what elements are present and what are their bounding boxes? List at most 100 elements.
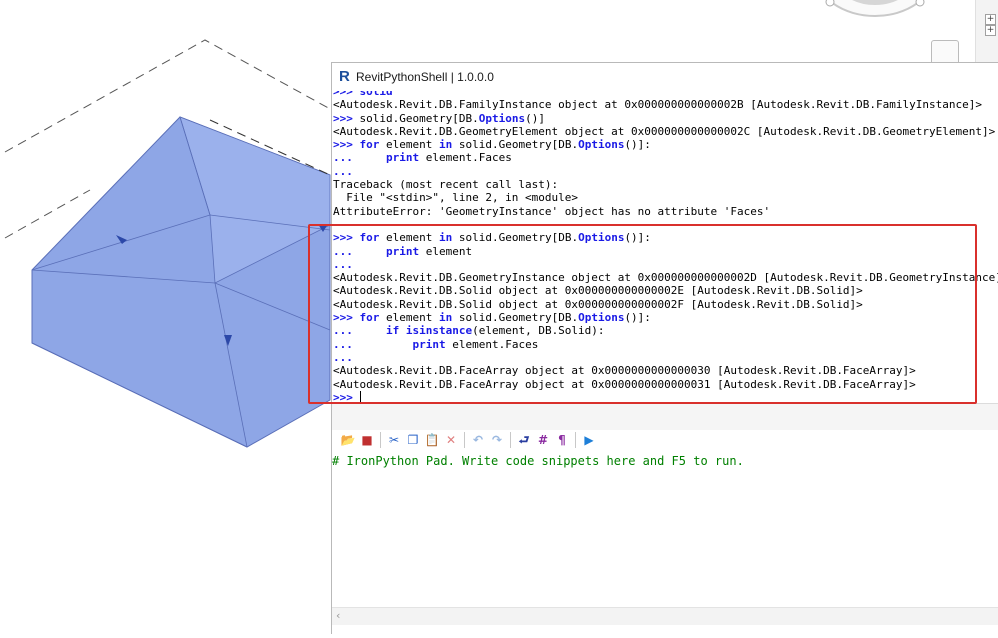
- toolbar-separator: [464, 432, 465, 448]
- text-token: ()]:: [624, 231, 651, 245]
- prompt-token: ...: [333, 244, 386, 258]
- prompt-token: >>>: [333, 111, 360, 125]
- navigation-wheel-icon[interactable]: [810, 0, 940, 20]
- prompt-token: >>>: [333, 311, 360, 325]
- text-token: solid.Geometry[DB.: [452, 231, 579, 245]
- prompt-token: >>> solid: [333, 91, 393, 98]
- save-icon[interactable]: ■: [359, 432, 375, 448]
- prompt-token: ...: [333, 257, 353, 271]
- console-line: <Autodesk.Revit.DB.GeometryInstance obje…: [332, 271, 998, 284]
- prompt-token: >>>: [333, 231, 360, 245]
- console-line: <Autodesk.Revit.DB.Solid object at 0x000…: [332, 298, 998, 311]
- console-line: Traceback (most recent call last):: [332, 178, 998, 191]
- console-line: ... print element: [332, 245, 998, 258]
- keyword-token: print: [385, 244, 420, 258]
- toolbar-separator: [575, 432, 576, 448]
- text-token: <Autodesk.Revit.DB.Solid object at 0x000…: [333, 297, 863, 311]
- open-icon[interactable]: 📂: [340, 432, 356, 448]
- keyword-token: Options: [578, 138, 625, 152]
- keyword-token: isinstance: [405, 324, 473, 338]
- interactive-console[interactable]: >>> solid <Autodesk.Revit.DB.FamilyInstan…: [332, 91, 998, 403]
- console-line: >>> solid: [332, 91, 998, 98]
- text-token: (element, DB.Solid):: [472, 324, 605, 338]
- text-token: File "<stdin>", line 2, in <module>: [333, 191, 579, 205]
- text-token: solid.Geometry[DB.: [359, 111, 479, 125]
- console-line: <Autodesk.Revit.DB.GeometryElement objec…: [332, 125, 998, 138]
- prompt-token: >>>: [333, 390, 360, 403]
- keyword-token: for: [359, 311, 380, 325]
- pad-horizontal-scrollbar[interactable]: ‹: [332, 607, 998, 625]
- console-line: ... print element.Faces: [332, 338, 998, 351]
- revitpythonshell-window: R RevitPythonShell | 1.0.0.0 >>> solid <A…: [331, 62, 998, 634]
- console-line: ...: [332, 351, 998, 364]
- console-line: ... if isinstance(element, DB.Solid):: [332, 324, 998, 337]
- scroll-left-icon[interactable]: ‹: [336, 610, 340, 622]
- console-line: File "<stdin>", line 2, in <module>: [332, 191, 998, 204]
- text-token: <Autodesk.Revit.DB.FamilyInstance object…: [333, 98, 983, 112]
- tree-expand-icon[interactable]: +: [985, 14, 996, 25]
- console-line: AttributeError: 'GeometryInstance' objec…: [332, 205, 998, 218]
- show-whitespace-icon[interactable]: ¶: [554, 432, 570, 448]
- text-token: Traceback (most recent call last):: [333, 178, 559, 192]
- text-token: AttributeError: 'GeometryInstance' objec…: [333, 204, 771, 218]
- window-titlebar[interactable]: R RevitPythonShell | 1.0.0.0: [332, 63, 998, 91]
- keyword-token: for: [359, 138, 380, 152]
- prompt-token: ...: [333, 337, 413, 351]
- text-token: element: [419, 244, 473, 258]
- text-token: solid.Geometry[DB.: [452, 138, 579, 152]
- console-line: >>> for element in solid.Geometry[DB.Opt…: [332, 231, 998, 244]
- text-token: <Autodesk.Revit.DB.FaceArray object at 0…: [333, 377, 916, 391]
- prompt-token: >>>: [333, 138, 360, 152]
- console-line: <Autodesk.Revit.DB.FaceArray object at 0…: [332, 364, 998, 377]
- text-token: <Autodesk.Revit.DB.Solid object at 0x000…: [333, 284, 863, 298]
- tree-expand-icon[interactable]: +: [985, 25, 996, 36]
- keyword-token: Options: [578, 311, 625, 325]
- undo-icon[interactable]: ↶: [470, 432, 486, 448]
- keyword-token: in: [438, 231, 453, 245]
- console-line: >>> for element in solid.Geometry[DB.Opt…: [332, 138, 998, 151]
- keyword-token: in: [438, 311, 453, 325]
- text-token: solid.Geometry[DB.: [452, 311, 579, 325]
- toolbar-separator: [380, 432, 381, 448]
- console-line: ...: [332, 258, 998, 271]
- keyword-token: for: [359, 231, 380, 245]
- keyword-token: print: [385, 151, 420, 165]
- console-line: >>>: [332, 390, 998, 403]
- text-token: <Autodesk.Revit.DB.GeometryElement objec…: [333, 124, 996, 138]
- pane-splitter[interactable]: [332, 403, 998, 430]
- console-line: <Autodesk.Revit.DB.Solid object at 0x000…: [332, 284, 998, 297]
- text-token: element.Faces: [445, 337, 539, 351]
- keyword-token: in: [438, 138, 453, 152]
- console-line: >>> for element in solid.Geometry[DB.Opt…: [332, 311, 998, 324]
- console-line: ...: [332, 165, 998, 178]
- text-caret: [359, 390, 361, 403]
- run-icon[interactable]: ▶: [581, 432, 597, 448]
- text-token: <Autodesk.Revit.DB.FaceArray object at 0…: [333, 364, 916, 378]
- revit-logo-icon: R: [339, 68, 350, 85]
- text-token: element.Faces: [419, 151, 512, 165]
- text-token: element: [379, 311, 439, 325]
- text-token: ()]:: [624, 311, 651, 325]
- word-wrap-icon[interactable]: ⮐: [516, 432, 532, 448]
- text-token: ()]: [525, 111, 545, 125]
- redo-icon[interactable]: ↷: [489, 432, 505, 448]
- console-line: >>> solid.Geometry[DB.Options()]: [332, 112, 998, 125]
- ironpython-pad-editor[interactable]: # IronPython Pad. Write code snippets he…: [332, 453, 998, 607]
- pad-comment-line: # IronPython Pad. Write code snippets he…: [332, 454, 744, 468]
- copy-icon[interactable]: ❐: [405, 432, 421, 448]
- prompt-token: ...: [333, 164, 353, 178]
- cut-icon[interactable]: ✂: [386, 432, 402, 448]
- console-line: <Autodesk.Revit.DB.FaceArray object at 0…: [332, 378, 998, 391]
- paste-icon[interactable]: 📋: [424, 432, 440, 448]
- delete-icon[interactable]: ✕: [443, 432, 459, 448]
- prompt-token: ...: [333, 324, 386, 338]
- prompt-token: ...: [333, 151, 386, 165]
- line-numbers-icon[interactable]: #: [535, 432, 551, 448]
- console-line: ... print element.Faces: [332, 151, 998, 164]
- text-token: element: [379, 231, 439, 245]
- window-title: RevitPythonShell | 1.0.0.0: [356, 70, 494, 84]
- pad-toolbar: 📂 ■ ✂ ❐ 📋 ✕ ↶ ↷ ⮐ # ¶ ▶: [332, 429, 998, 451]
- keyword-token: if: [385, 324, 400, 338]
